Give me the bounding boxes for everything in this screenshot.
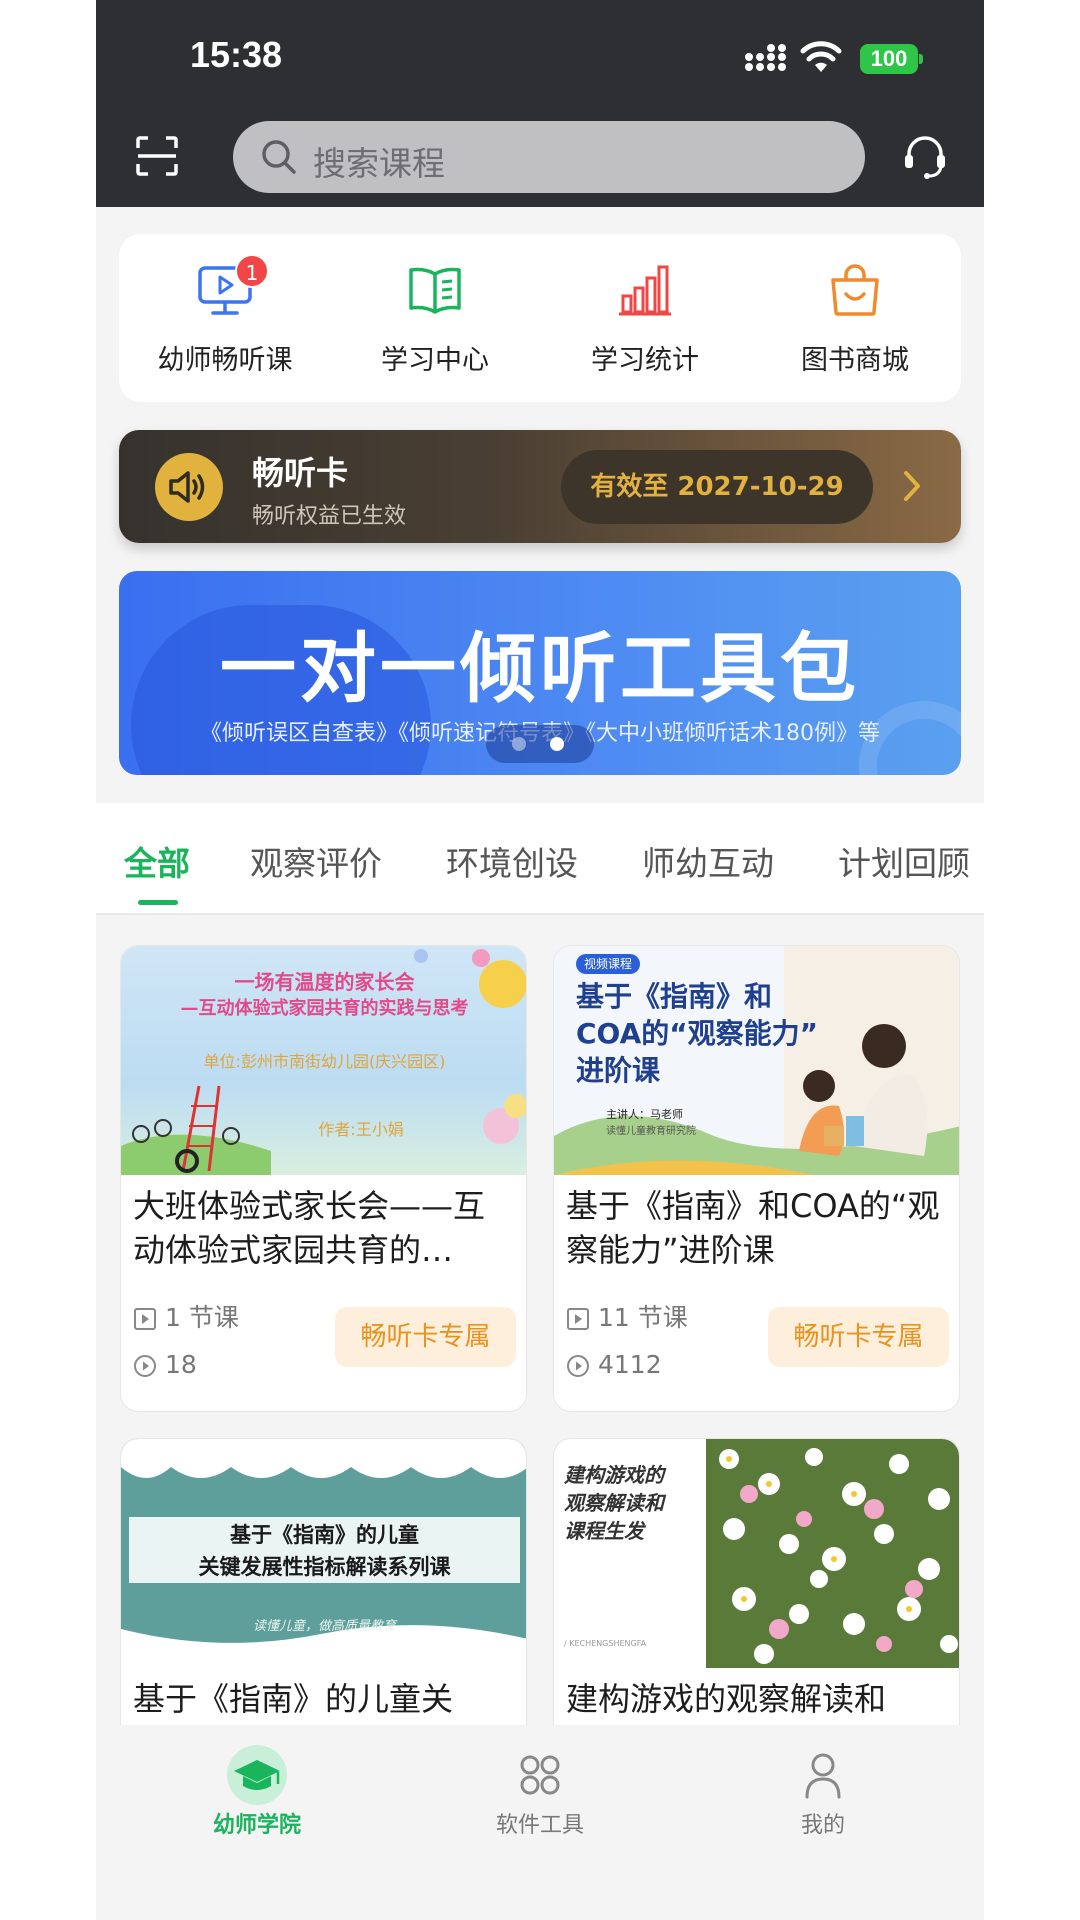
course-thumbnail: 建构游戏的 观察解读和 课程生发 / KECHENGSHENGFA <box>554 1439 959 1668</box>
quick-nav-label: 图书商城 <box>801 345 909 376</box>
thumbnail-heading: 建构游戏的 观察解读和 课程生发 <box>564 1463 664 1543</box>
quick-nav-label: 幼师畅听课 <box>157 345 293 376</box>
video-course-badge: 视频课程 <box>576 954 641 974</box>
pass-exclusive-tag: 畅听卡专属 <box>335 1307 516 1367</box>
quick-nav-book-store[interactable]: 图书商城 <box>750 234 960 402</box>
thumbnail-caption: 一场有温度的家长会 <box>234 970 415 994</box>
status-time: 15:38 <box>190 34 283 75</box>
thumbnail-caption: —互动体验式家园共育的实践与思考 <box>180 998 469 1019</box>
thumbnail-speaker: 主讲人：马老师 <box>606 1108 683 1121</box>
course-card[interactable]: 一场有温度的家长会 —互动体验式家园共育的实践与思考 单位:彭州市南街幼儿园(庆… <box>120 945 527 1412</box>
category-tabs: 全部 观察评价 环境创设 师幼互动 计划回顾 <box>96 803 984 915</box>
course-title: 基于《指南》的儿童关 <box>133 1680 454 1718</box>
course-card[interactable]: 建构游戏的 观察解读和 课程生发 / KECHENGSHENGFA 建构游戏的观… <box>553 1438 960 1758</box>
play-count: 18 <box>133 1350 197 1379</box>
bar-chart-icon <box>619 265 671 316</box>
search-placeholder: 搜索课程 <box>313 144 445 183</box>
apps-grid-icon <box>520 1755 560 1795</box>
lesson-count-text: 1 节课 <box>165 1303 239 1332</box>
course-card[interactable]: 基于《指南》的儿童 关键发展性指标解读系列课 读懂儿童，做高质量教育 基于《指南… <box>120 1438 527 1758</box>
course-title: 建构游戏的观察解读和 <box>566 1680 887 1718</box>
graduation-cap-icon <box>227 1745 287 1805</box>
course-thumbnail: 一场有温度的家长会 —互动体验式家园共育的实践与思考 单位:彭州市南街幼儿园(庆… <box>121 946 526 1175</box>
tabbar-label: 我的 <box>800 1813 845 1838</box>
quick-nav-study-center[interactable]: 学习中心 <box>330 234 540 402</box>
course-card[interactable]: 视频课程 基于《指南》和 COA的“观察能力” 进阶课 主讲人：马老师 读懂儿童… <box>553 945 960 1412</box>
tab-plan-review[interactable]: 计划回顾 <box>838 837 970 885</box>
pass-validity-badge: 有效至 2027-10-29 <box>561 450 873 524</box>
course-thumbnail: 视频课程 基于《指南》和 COA的“观察能力” 进阶课 主讲人：马老师 读懂儿童… <box>554 946 959 1175</box>
tab-environment-creation[interactable]: 环境创设 <box>446 837 578 885</box>
carousel-indicator[interactable] <box>486 725 594 763</box>
quick-nav-label: 学习中心 <box>381 345 489 376</box>
tab-observation-evaluation[interactable]: 观察评价 <box>250 837 382 885</box>
lesson-icon <box>567 1308 589 1330</box>
search-input[interactable]: 搜索课程 <box>233 121 865 193</box>
shopping-bag-icon <box>831 264 879 316</box>
banner-title: 一对一倾听工具包 <box>220 624 860 713</box>
thumbnail-caption: 作者:王小娟 <box>318 1120 404 1139</box>
lesson-count-text: 11 节课 <box>598 1303 688 1332</box>
tabbar-label: 幼师学院 <box>212 1813 301 1838</box>
course-title: 基于《指南》和COA的“观察能力”进阶课 <box>566 1187 940 1269</box>
thumbnail-code: / KECHENGSHENGFA <box>564 1639 647 1648</box>
app-screen: 15:38 100 搜索课程 1 幼师畅听课 学习中心 学习统计 图书商城 畅听… <box>96 0 984 1920</box>
chevron-right-icon <box>904 471 920 501</box>
battery-indicator: 100 <box>860 44 923 74</box>
pass-exclusive-tag: 畅听卡专属 <box>768 1307 949 1367</box>
play-count-icon <box>567 1355 589 1377</box>
thumbnail-heading: 基于《指南》和 COA的“观察能力” 进阶课 <box>576 980 819 1087</box>
tab-teacher-child-interaction[interactable]: 师幼互动 <box>642 837 774 885</box>
top-bar: 15:38 100 搜索课程 <box>96 0 984 207</box>
lesson-icon <box>134 1308 156 1330</box>
tabbar-item-academy[interactable]: 幼师学院 <box>177 1745 337 1839</box>
search-icon <box>262 140 296 174</box>
listening-pass-card[interactable]: 畅听卡 畅听权益已生效 有效至 2027-10-29 <box>119 430 961 543</box>
quick-nav-card: 1 幼师畅听课 学习中心 学习统计 图书商城 <box>119 234 961 402</box>
course-title: 大班体验式家长会——互动体验式家园共育的… <box>133 1187 486 1269</box>
quick-nav-label: 学习统计 <box>591 345 699 376</box>
thumbnail-caption: 读懂儿童，做高质量教育 <box>252 1619 396 1634</box>
course-thumbnail: 基于《指南》的儿童 关键发展性指标解读系列课 读懂儿童，做高质量教育 <box>121 1439 526 1668</box>
pass-status: 畅听权益已生效 <box>252 504 407 529</box>
thumbnail-caption: 基于《指南》的儿童 <box>230 1523 419 1547</box>
play-count: 4112 <box>566 1350 662 1379</box>
book-icon <box>409 267 461 314</box>
carousel-dot-active[interactable] <box>550 737 564 751</box>
thumbnail-caption: 单位:彭州市南街幼儿园(庆兴园区) <box>203 1052 446 1071</box>
thumbnail-caption: 关键发展性指标解读系列课 <box>198 1555 451 1579</box>
active-tab-indicator <box>138 900 178 905</box>
play-count-text: 18 <box>165 1350 197 1379</box>
scan-icon[interactable] <box>136 136 178 176</box>
cellular-signal-icon <box>745 44 786 71</box>
thumbnail-org: 读懂儿童教育研究院 <box>606 1126 696 1137</box>
pass-title: 畅听卡 <box>252 454 349 492</box>
play-count-icon <box>134 1355 156 1377</box>
tab-all[interactable]: 全部 <box>124 837 190 885</box>
notification-badge: 1 <box>235 254 269 288</box>
play-count-text: 4112 <box>598 1350 662 1379</box>
tabbar-item-tools[interactable]: 软件工具 <box>460 1745 620 1839</box>
customer-service-icon[interactable] <box>902 134 948 180</box>
user-icon <box>805 1753 841 1799</box>
carousel-dot[interactable] <box>512 737 526 751</box>
wifi-icon <box>800 41 842 72</box>
promo-banner[interactable]: 一对一倾听工具包 《倾听误区自查表》《倾听速记符号表》《大中小班倾听话术180例… <box>119 571 961 775</box>
lesson-count: 11 节课 <box>566 1298 688 1334</box>
lesson-count: 1 节课 <box>133 1298 239 1334</box>
quick-nav-study-stats[interactable]: 学习统计 <box>540 234 750 402</box>
tabbar-label: 软件工具 <box>495 1813 584 1838</box>
speaker-icon <box>155 453 223 521</box>
quick-nav-courses[interactable]: 1 幼师畅听课 <box>120 234 330 402</box>
tabbar-item-profile[interactable]: 我的 <box>743 1745 903 1839</box>
bottom-tab-bar: 幼师学院 软件工具 我的 <box>96 1725 984 1920</box>
